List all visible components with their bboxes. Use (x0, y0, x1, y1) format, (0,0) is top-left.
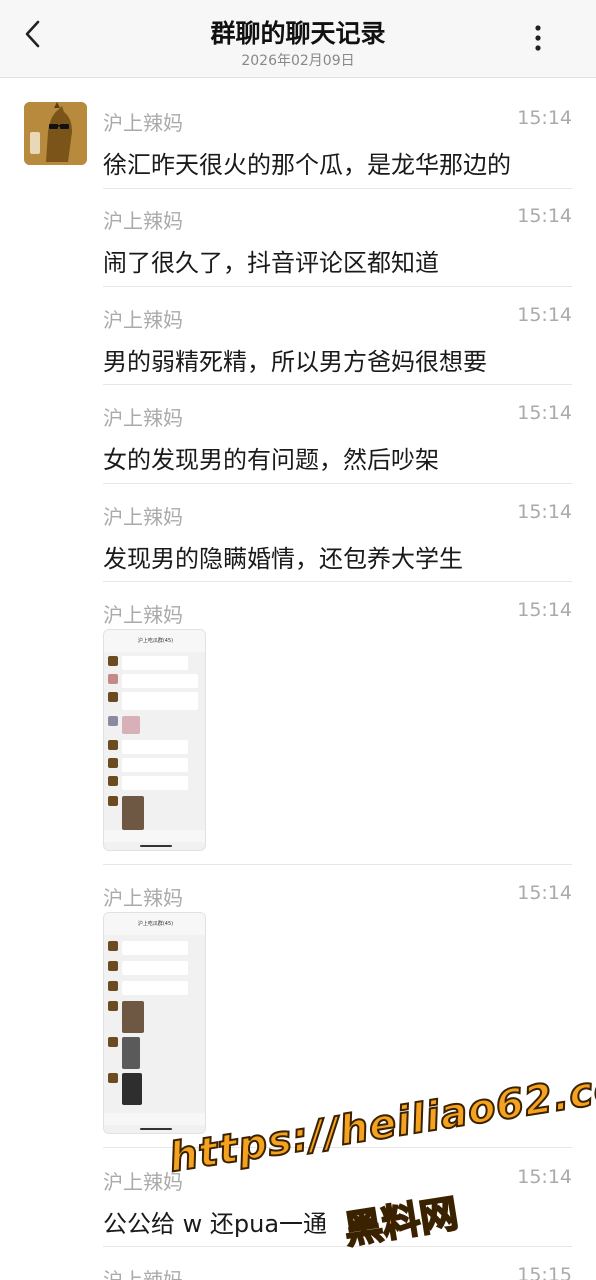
divider (103, 286, 572, 287)
message-time: 15:14 (517, 501, 572, 523)
divider (103, 188, 572, 189)
screenshot-thumbnail[interactable]: 沪上吃瓜群(45) (103, 629, 206, 851)
message-text: 闹了很久了，抖音评论区都知道 (103, 249, 439, 277)
message-time: 15:15 (517, 1264, 572, 1280)
message-time: 15:14 (517, 205, 572, 227)
divider (103, 581, 572, 582)
screenshot-thumbnail[interactable]: 沪上吃瓜群(45) (103, 912, 206, 1134)
message-text: 公公给 w 还pua一通 (103, 1210, 328, 1238)
sender-name: 沪上辣妈 (103, 406, 183, 430)
sender-name: 沪上辣妈 (103, 308, 183, 332)
divider (103, 483, 572, 484)
sender-name: 沪上辣妈 (103, 111, 183, 135)
message-item[interactable]: 沪上辣妈 15:14 女的发现男的有问题，然后吵架 (103, 402, 572, 484)
sender-name: 沪上辣妈 (103, 886, 183, 910)
message-text: 徐汇昨天很火的那个瓜，是龙华那边的 (103, 151, 511, 179)
sender-name: 沪上辣妈 (103, 505, 183, 529)
message-time: 15:14 (517, 882, 572, 904)
message-time: 15:14 (517, 1166, 572, 1188)
sender-name: 沪上辣妈 (103, 603, 183, 627)
avatar[interactable] (24, 102, 87, 165)
message-time: 15:14 (517, 107, 572, 129)
page-title: 群聊的聊天记录 (210, 19, 386, 48)
message-time: 15:14 (517, 304, 572, 326)
message-time: 15:14 (517, 599, 572, 621)
divider (103, 1246, 572, 1247)
message-item[interactable]: 沪上辣妈 15:14 沪上吃瓜群(45) (103, 599, 572, 865)
message-text: 女的发现男的有问题，然后吵架 (103, 446, 439, 474)
thumbnail-title: 沪上吃瓜群(45) (137, 921, 174, 927)
divider (103, 864, 572, 865)
more-options-icon[interactable] (524, 20, 552, 56)
thumbnail-title: 沪上吃瓜群(45) (137, 638, 174, 644)
thumbnail-title-bar: 沪上吃瓜群(45) (104, 630, 205, 652)
message-item[interactable]: 沪上辣妈 15:14 徐汇昨天很火的那个瓜，是龙华那边的 (103, 107, 572, 189)
divider (103, 384, 572, 385)
message-item[interactable]: 沪上辣妈 15:14 男的弱精死精，所以男方爸妈很想要 (103, 304, 572, 386)
sender-name: 沪上辣妈 (103, 209, 183, 233)
message-item[interactable]: 沪上辣妈 15:14 闹了很久了，抖音评论区都知道 (103, 205, 572, 287)
chat-date: 2026年02月09日 (241, 53, 355, 69)
sender-name: 沪上辣妈 (103, 1268, 183, 1280)
top-bar: 群聊的聊天记录 2026年02月09日 (0, 0, 596, 78)
message-text: 发现男的隐瞒婚情，还包养大学生 (103, 545, 463, 573)
thumbnail-title-bar: 沪上吃瓜群(45) (104, 913, 205, 935)
message-time: 15:14 (517, 402, 572, 424)
message-item[interactable]: 沪上辣妈 15:14 发现男的隐瞒婚情，还包养大学生 (103, 501, 572, 583)
message-text: 男的弱精死精，所以男方爸妈很想要 (103, 348, 487, 376)
message-item[interactable]: 沪上辣妈 15:15 (103, 1264, 572, 1280)
